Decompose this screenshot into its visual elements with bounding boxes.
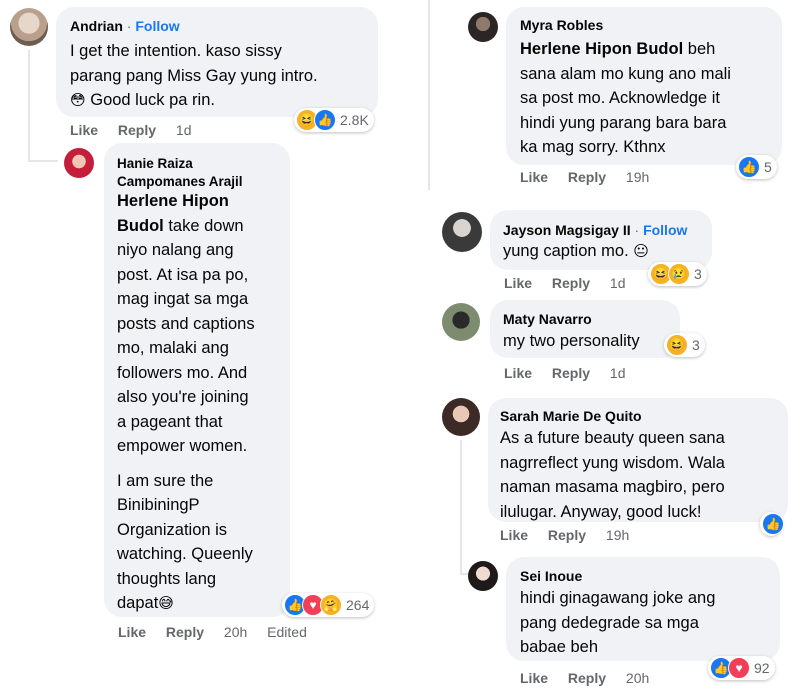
mention-tag[interactable]: Herlene Hipon Budol xyxy=(520,40,683,58)
comment-actions: Like Reply 1d xyxy=(504,275,642,291)
reaction-summary[interactable]: 😆 3 xyxy=(664,333,705,357)
reaction-count: 264 xyxy=(346,597,370,613)
comment-time[interactable]: 20h xyxy=(224,624,247,640)
like-button[interactable]: Like xyxy=(520,169,548,185)
reply-button[interactable]: Reply xyxy=(568,169,606,185)
avatar[interactable] xyxy=(468,561,498,591)
like-button[interactable]: Like xyxy=(500,527,528,543)
commenter-name[interactable]: Sei Inoue xyxy=(520,568,582,584)
reply-button[interactable]: Reply xyxy=(552,365,590,381)
haha-reaction-icon: 😆 xyxy=(666,334,688,356)
comment-time[interactable]: 20h xyxy=(626,670,649,686)
reaction-count: 5 xyxy=(764,159,772,175)
comment-actions: Like Reply 19h xyxy=(500,527,645,543)
avatar[interactable] xyxy=(442,398,480,436)
like-reaction-icon: 👍 xyxy=(762,513,784,535)
mention-tag[interactable]: Herlene Hipon xyxy=(117,189,287,214)
reaction-count: 3 xyxy=(692,337,700,353)
commenter-name[interactable]: Myra Robles xyxy=(520,17,603,33)
comment-actions: Like Reply 1d xyxy=(70,122,208,138)
like-button[interactable]: Like xyxy=(70,122,98,138)
commenter-name[interactable]: Maty Navarro xyxy=(503,311,592,327)
comment-bubble: Andrian · Follow I get the intention. ka… xyxy=(56,7,378,117)
thread-line xyxy=(460,440,462,575)
reaction-summary[interactable]: 😆 👍 2.8K xyxy=(294,108,374,132)
avatar[interactable] xyxy=(442,303,480,341)
avatar[interactable] xyxy=(10,8,48,46)
comment-text: As a future beauty queen sana nagrreflec… xyxy=(500,429,725,521)
reaction-summary[interactable]: 👍 5 xyxy=(736,155,777,179)
neutral-face-emoji-icon: 😐 xyxy=(633,242,649,260)
comment-actions: Like Reply 1d xyxy=(504,365,642,381)
reaction-count: 2.8K xyxy=(340,112,369,128)
comment-text: hindi ginagawang joke ang pang dedegrade… xyxy=(520,589,716,656)
reaction-summary[interactable]: 😆 😢 3 xyxy=(648,262,707,286)
comment-actions: Like Reply 19h xyxy=(520,169,665,185)
comment-time[interactable]: 19h xyxy=(606,527,629,543)
reaction-count: 3 xyxy=(694,266,702,282)
like-button[interactable]: Like xyxy=(520,670,548,686)
comment-actions: Like Reply 20h xyxy=(520,670,665,686)
reply-button[interactable]: Reply xyxy=(548,527,586,543)
reaction-summary[interactable]: 👍 ♥ 🤗 264 xyxy=(282,593,375,617)
like-button[interactable]: Like xyxy=(504,365,532,381)
follow-button[interactable]: Follow xyxy=(135,18,179,34)
comment-text: yung caption mo. 😐 xyxy=(503,242,649,260)
reply-button[interactable]: Reply xyxy=(568,670,606,686)
comment-bubble: Sei Inoue hindi ginagawang joke ang pang… xyxy=(506,557,780,661)
reaction-summary[interactable]: 👍 ♥ 92 xyxy=(708,656,775,680)
love-reaction-icon: ♥ xyxy=(728,657,750,679)
avatar[interactable] xyxy=(442,212,482,252)
reply-button[interactable]: Reply xyxy=(552,275,590,291)
comment-text: Herlene Hipon Budol beh sana alam mo kun… xyxy=(520,40,731,156)
like-button[interactable]: Like xyxy=(118,624,146,640)
thread-line xyxy=(28,50,30,162)
reply-button[interactable]: Reply xyxy=(118,122,156,138)
like-reaction-icon: 👍 xyxy=(314,109,336,131)
commenter-name[interactable]: Hanie Raiza Campomanes Arajil xyxy=(117,155,243,191)
comment-bubble: Hanie Raiza Campomanes Arajil Herlene Hi… xyxy=(104,143,290,617)
reaction-count: 92 xyxy=(754,660,770,676)
commenter-name[interactable]: Andrian xyxy=(70,18,123,34)
comment-bubble: Maty Navarro my two personality xyxy=(490,300,680,358)
comment-bubble: Jayson Magsigay II · Follow yung caption… xyxy=(490,210,712,270)
mention-tag[interactable]: Budol xyxy=(117,217,164,235)
like-reaction-icon: 👍 xyxy=(738,156,760,178)
commenter-name[interactable]: Sarah Marie De Quito xyxy=(500,408,642,424)
like-button[interactable]: Like xyxy=(504,275,532,291)
comment-bubble: Sarah Marie De Quito As a future beauty … xyxy=(488,398,788,522)
comment-actions: Like Reply 20h Edited xyxy=(118,624,323,640)
follow-button[interactable]: Follow xyxy=(643,222,687,238)
flushed-emoji-icon: 😳 xyxy=(70,91,86,109)
reaction-summary[interactable]: 👍 xyxy=(760,512,784,536)
thread-connector xyxy=(28,160,58,162)
care-reaction-icon: 🤗 xyxy=(320,594,342,616)
comment-text: I get the intention. kaso sissy parang p… xyxy=(70,42,318,109)
comment-time[interactable]: 1d xyxy=(610,365,626,381)
avatar[interactable] xyxy=(468,12,498,42)
comment-time[interactable]: 19h xyxy=(626,169,649,185)
edited-label: Edited xyxy=(267,624,307,640)
sad-reaction-icon: 😢 xyxy=(668,263,690,285)
avatar[interactable] xyxy=(64,148,94,178)
comment-time[interactable]: 1d xyxy=(176,122,192,138)
reply-button[interactable]: Reply xyxy=(166,624,204,640)
thread-line xyxy=(428,0,430,190)
comment-text: my two personality xyxy=(503,332,640,350)
comment-bubble: Myra Robles Herlene Hipon Budol beh sana… xyxy=(506,7,782,165)
commenter-name[interactable]: Jayson Magsigay II xyxy=(503,222,631,238)
comment-time[interactable]: 1d xyxy=(610,275,626,291)
comment-text: Herlene Hipon Budol take down niyo nalan… xyxy=(117,189,287,616)
sweat-smile-emoji-icon: 😅 xyxy=(158,594,174,612)
